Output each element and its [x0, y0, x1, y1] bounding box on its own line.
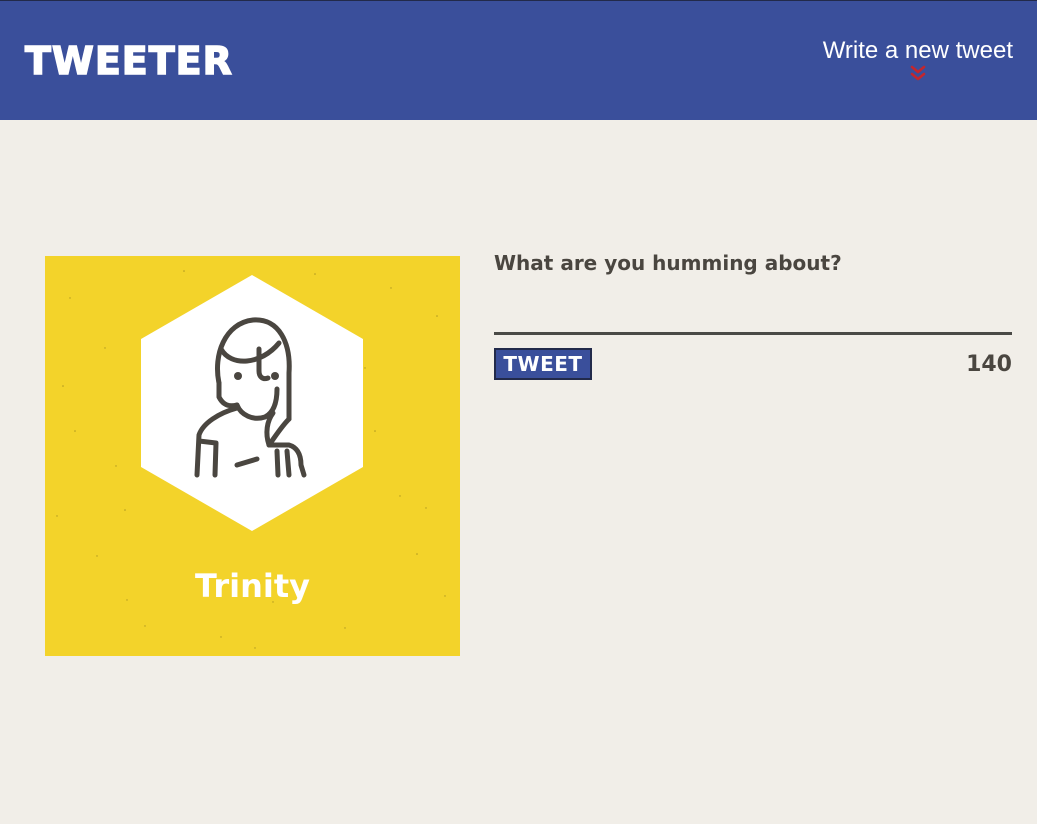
person-avatar-icon — [141, 275, 363, 531]
character-counter: 140 — [966, 352, 1012, 377]
tweet-composer: TWEET 140 — [494, 248, 1012, 388]
profile-name: Trinity — [195, 567, 310, 605]
brand-logo: TWEETER — [24, 38, 233, 84]
tweet-submit-button[interactable]: TWEET — [494, 348, 592, 380]
compose-toggle-label: Write a new tweet — [822, 37, 1013, 64]
compose-toggle[interactable]: Write a new tweet — [823, 37, 1013, 81]
profile-card: Trinity — [45, 256, 460, 656]
tweet-input[interactable] — [494, 248, 1012, 335]
double-chevron-down-icon — [910, 65, 926, 81]
composer-actions: TWEET 140 — [494, 348, 1012, 388]
navbar: TWEETER Write a new tweet — [0, 0, 1037, 120]
